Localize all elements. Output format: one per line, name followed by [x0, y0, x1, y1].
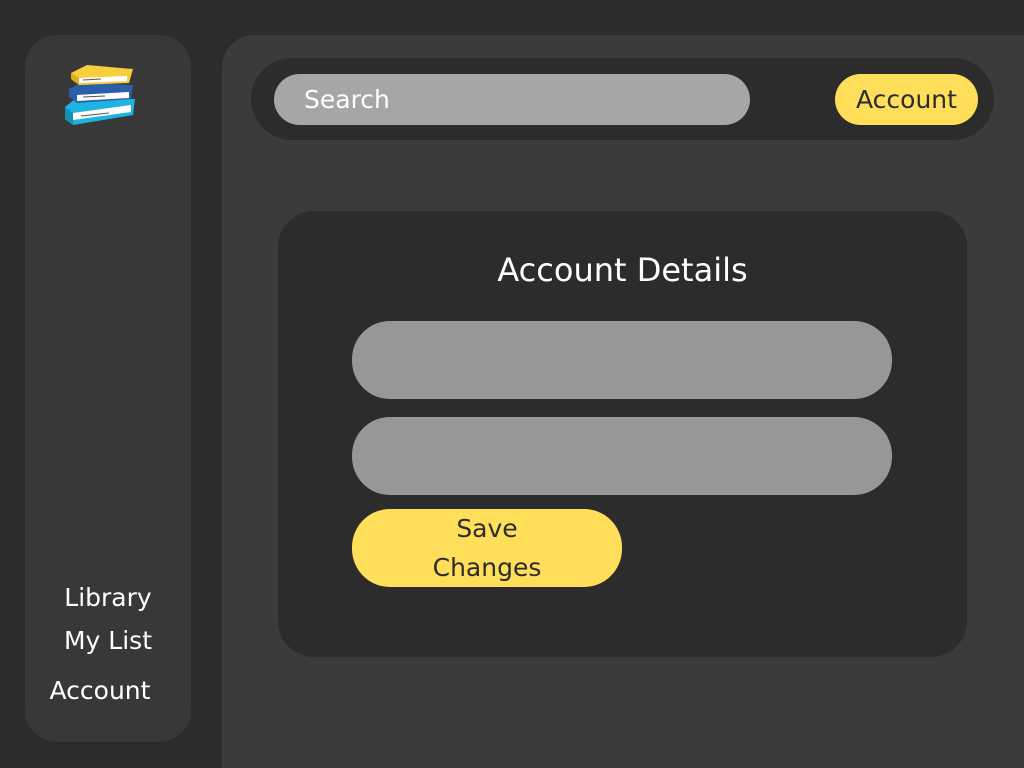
account-details-card: Account Details Save Changes — [278, 211, 967, 657]
sidebar-item-library[interactable]: Library — [25, 583, 191, 613]
account-button[interactable]: Account — [835, 74, 978, 125]
account-field-2[interactable] — [352, 417, 892, 495]
sidebar-item-account[interactable]: Account — [17, 676, 183, 706]
sidebar-item-my-list[interactable]: My List — [25, 626, 191, 656]
save-button-label-line2: Changes — [432, 553, 542, 582]
app-window: Library My List Account Search Account A… — [0, 0, 1024, 768]
search-input[interactable]: Search — [274, 74, 750, 125]
account-field-1[interactable] — [352, 321, 892, 399]
stacked-books-icon[interactable] — [61, 63, 139, 129]
save-button-label-line1: Save — [456, 514, 518, 543]
card-title: Account Details — [497, 251, 748, 289]
top-bar: Search Account — [251, 58, 994, 140]
save-changes-button[interactable]: Save Changes — [352, 509, 622, 587]
main-panel: Search Account Account Details Save Chan… — [222, 35, 1024, 768]
sidebar: Library My List Account — [25, 35, 191, 742]
